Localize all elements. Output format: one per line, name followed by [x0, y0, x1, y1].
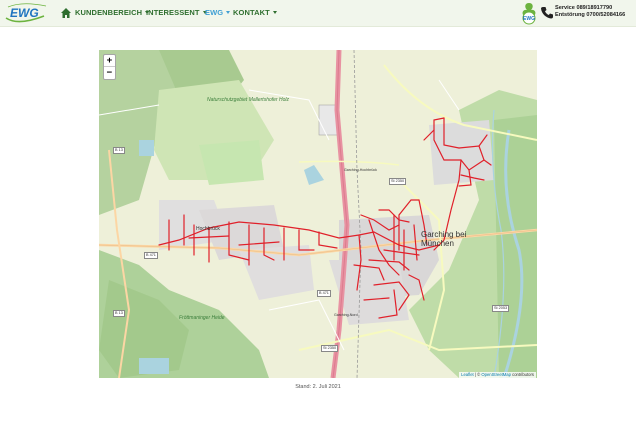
map-label-garching-hochbrueck: Garching-Hochbrück: [344, 168, 377, 172]
map-label-garching-nord: Garching-Nord: [334, 313, 358, 317]
svg-text:EWG: EWG: [10, 6, 39, 20]
leaflet-link[interactable]: Leaflet: [461, 372, 474, 377]
entstoerung-phone-text[interactable]: Entstörung 0700/52084166: [555, 12, 625, 19]
zoom-out-button[interactable]: −: [104, 67, 115, 79]
attribution-contributors: contributors: [510, 372, 534, 377]
chevron-down-icon: [272, 11, 277, 14]
stand-date: Stand: 2. Juli 2021: [295, 384, 341, 390]
nav-kontakt[interactable]: KONTAKT: [233, 8, 277, 17]
map-label-hochbrueck: Hochbrück: [196, 226, 220, 232]
road-shield-b13: B 13: [113, 147, 125, 154]
nav-interessent-label: INTERESSENT: [146, 8, 200, 17]
road-shield-b471-east: B 471: [317, 290, 331, 297]
map-label-heide: Fröttmaninger Heide: [179, 315, 225, 321]
road-shield-b471: B 471: [144, 252, 158, 259]
road-shield-st2350: St 2350: [389, 178, 407, 185]
zoom-in-button[interactable]: +: [104, 55, 115, 67]
nav-kundenbereich-label: KUNDENBEREICH: [75, 8, 143, 17]
svg-text:EWG: EWG: [523, 16, 535, 22]
phone-icon: [541, 7, 553, 19]
service-phone-text[interactable]: Service 089/18917790: [555, 5, 625, 12]
home-icon[interactable]: [60, 7, 72, 19]
network-map[interactable]: Naturschutzgebiet Mallertshofer Holz Hoc…: [99, 50, 537, 378]
ewg-logo[interactable]: EWG: [4, 2, 54, 24]
road-shield-st2350-south: St 2350: [321, 345, 339, 352]
chevron-down-icon: [226, 11, 231, 14]
top-navbar: EWG KUNDENBEREICH INTERESSENT EWG KONTAK…: [0, 0, 636, 27]
nav-interessent[interactable]: INTERESSENT: [146, 8, 207, 17]
map-label-town: Garching bei München: [421, 230, 467, 248]
osm-link[interactable]: OpenStreetMap: [481, 372, 511, 377]
service-contact: Service 089/18917790 Entstörung 0700/520…: [555, 5, 625, 19]
nav-kontakt-label: KONTAKT: [233, 8, 270, 17]
map-attribution: Leaflet | © OpenStreetMap contributors: [459, 372, 536, 378]
nav-ewg-label: EWG: [205, 8, 224, 17]
map-label-forest: Naturschutzgebiet Mallertshofer Holz: [207, 97, 289, 103]
nav-kundenbereich[interactable]: KUNDENBEREICH: [75, 8, 150, 17]
ewg-badge-icon: EWG: [522, 3, 536, 25]
road-shield-b13-south: B 13: [113, 310, 125, 317]
road-shield-st2053: St 2053: [492, 305, 510, 312]
network-lines: [158, 117, 492, 319]
zoom-control: + −: [103, 54, 116, 80]
nav-ewg[interactable]: EWG: [205, 8, 231, 17]
